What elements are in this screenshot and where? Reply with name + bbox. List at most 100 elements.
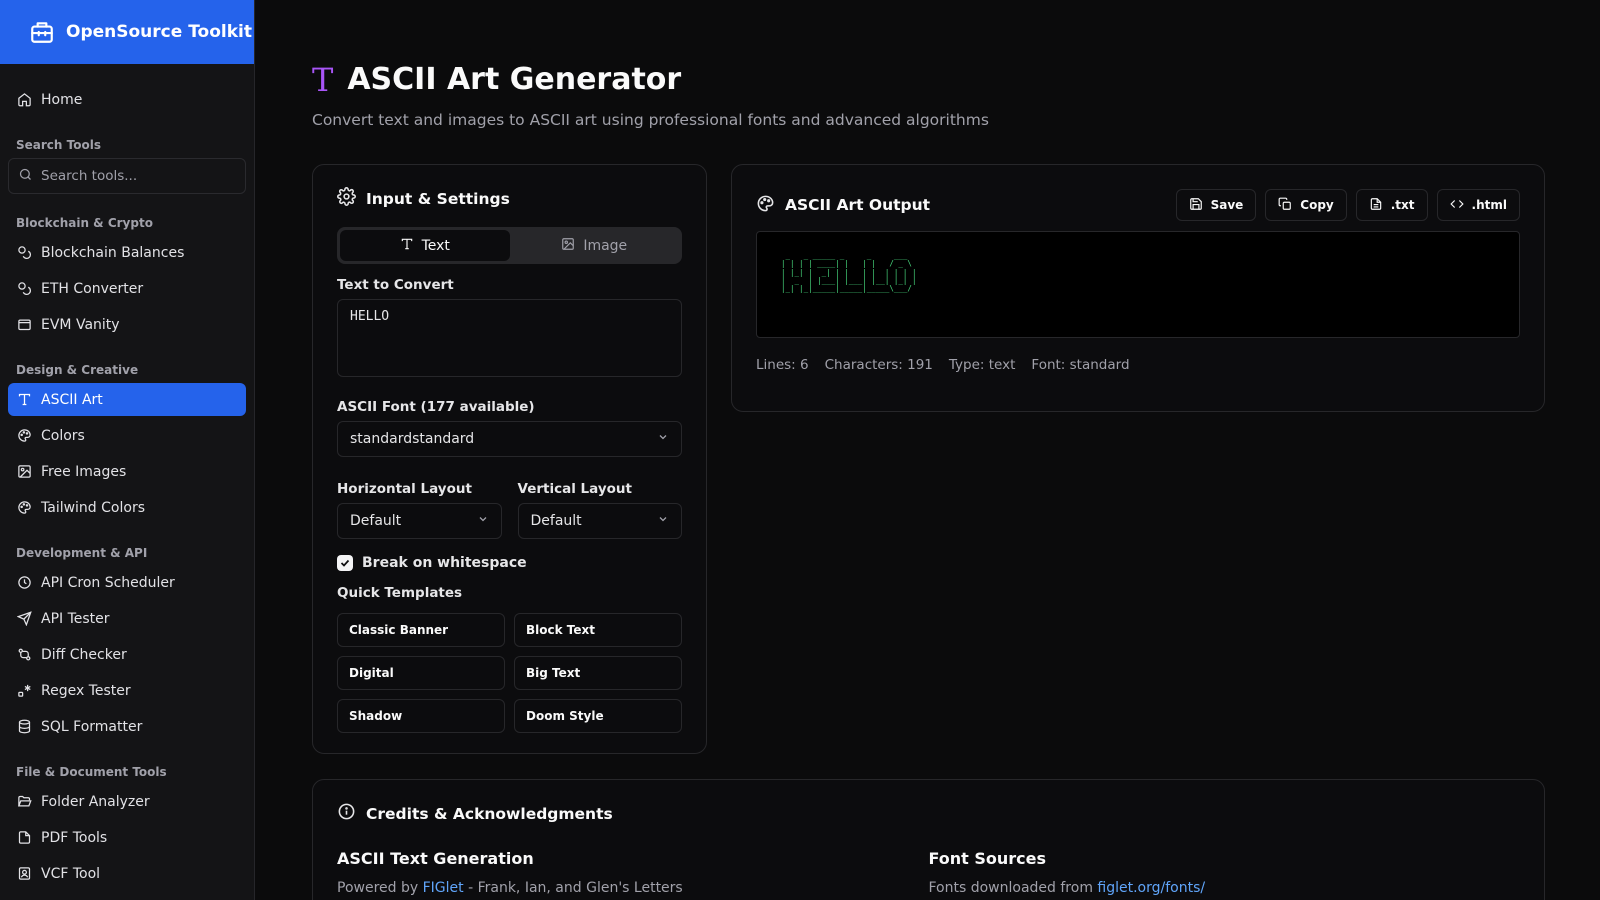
search-section-label: Search Tools <box>16 138 101 152</box>
save-icon <box>1189 197 1203 214</box>
contact-icon <box>16 866 32 882</box>
sidebar-item-ascii-art[interactable]: ASCII Art <box>8 383 246 416</box>
section-label-design: Design & Creative <box>16 363 139 377</box>
tab-image[interactable]: Image <box>510 230 680 261</box>
sidebar-item-colors[interactable]: Colors <box>8 419 246 452</box>
sidebar-item-vcf-tool[interactable]: VCF Tool <box>8 857 246 890</box>
sidebar-item-api-tester[interactable]: API Tester <box>8 602 246 635</box>
sidebar-item-label: VCF Tool <box>41 865 101 882</box>
coins-icon <box>16 281 32 297</box>
chevron-down-icon <box>657 513 669 529</box>
send-icon <box>16 611 32 627</box>
chevron-down-icon <box>657 431 669 447</box>
save-button[interactable]: Save <box>1175 189 1257 221</box>
stat-font: Font: standard <box>1031 357 1130 373</box>
stat-characters: Characters: 191 <box>824 357 933 373</box>
download-txt-button[interactable]: .txt <box>1355 189 1428 221</box>
brand-header[interactable]: OpenSource Toolkit <box>0 0 254 64</box>
ascii-output-card: ASCII Art Output Save Copy .txt .html _ … <box>731 164 1545 412</box>
quick-templates: Classic Banner Block Text Digital Big Te… <box>337 613 682 733</box>
type-icon <box>400 237 414 255</box>
template-classic-banner-button[interactable]: Classic Banner <box>337 613 505 647</box>
input-settings-card: Input & Settings Text Image Text to Conv… <box>312 164 707 754</box>
toolkit-icon <box>28 18 56 46</box>
sidebar-item-evm-vanity[interactable]: EVM Vanity <box>8 308 246 341</box>
text-to-convert-input[interactable]: HELLO <box>337 299 682 377</box>
sidebar-item-label: Free Images <box>41 463 127 480</box>
search-icon <box>18 167 33 186</box>
sidebar-item-label: ETH Converter <box>41 280 144 297</box>
sidebar-item-label: API Tester <box>41 610 110 627</box>
template-block-text-button[interactable]: Block Text <box>514 613 682 647</box>
type-icon: T <box>312 60 334 99</box>
sidebar-item-diff-checker[interactable]: Diff Checker <box>8 638 246 671</box>
sidebar-item-api-cron-scheduler[interactable]: API Cron Scheduler <box>8 566 246 599</box>
wallet-icon <box>16 317 32 333</box>
input-settings-title: Input & Settings <box>337 187 682 210</box>
sidebar-item-regex-tester[interactable]: Regex Tester <box>8 674 246 707</box>
image-icon <box>16 464 32 480</box>
page-subtitle: Convert text and images to ASCII art usi… <box>312 111 989 129</box>
code-icon <box>1449 197 1464 214</box>
break-on-whitespace-checkbox[interactable] <box>337 555 353 571</box>
template-digital-button[interactable]: Digital <box>337 656 505 690</box>
palette-icon <box>16 500 32 516</box>
database-icon <box>16 719 32 735</box>
template-shadow-button[interactable]: Shadow <box>337 699 505 733</box>
section-label-development: Development & API <box>16 546 148 560</box>
clock-icon <box>16 575 32 591</box>
sidebar-item-label: Regex Tester <box>41 682 131 699</box>
sidebar-item-sql-formatter[interactable]: SQL Formatter <box>8 710 246 743</box>
credits-font-heading: Font Sources <box>928 849 1047 868</box>
figlet-fonts-link[interactable]: figlet.org/fonts/ <box>1097 880 1205 896</box>
stat-lines: Lines: 6 <box>756 357 809 373</box>
sidebar-item-label: PDF Tools <box>41 829 108 846</box>
settings-icon <box>337 187 356 210</box>
folder-open-icon <box>16 794 32 810</box>
sidebar-item-label: Diff Checker <box>41 646 127 663</box>
template-doom-style-button[interactable]: Doom Style <box>514 699 682 733</box>
credits-ascii-text: Powered by FIGlet - Frank, Ian, and Glen… <box>337 880 683 896</box>
sidebar-item-pdf-tools[interactable]: PDF Tools <box>8 821 246 854</box>
sidebar-item-label: Folder Analyzer <box>41 793 150 810</box>
page-title: ASCII Art Generator <box>347 62 682 97</box>
sidebar-item-free-images[interactable]: Free Images <box>8 455 246 488</box>
info-icon <box>337 802 356 825</box>
palette-icon <box>16 428 32 444</box>
credits-ascii-heading: ASCII Text Generation <box>337 849 534 868</box>
sidebar-item-blockchain-balances[interactable]: Blockchain Balances <box>8 236 246 269</box>
sidebar-item-tailwind-colors[interactable]: Tailwind Colors <box>8 491 246 524</box>
vertical-layout-select[interactable]: Default <box>517 503 682 539</box>
sidebar-item-label: Colors <box>41 427 85 444</box>
ascii-art-display: _ _ _____ _ _ ___ | | | | ____| | | | / … <box>756 231 1520 338</box>
download-html-button[interactable]: .html <box>1436 189 1520 221</box>
stat-type: Type: text <box>948 357 1016 373</box>
sidebar-item-eth-converter[interactable]: ETH Converter <box>8 272 246 305</box>
font-label: ASCII Font (177 available) <box>337 399 535 415</box>
horizontal-layout-select[interactable]: Default <box>337 503 502 539</box>
type-icon <box>16 392 32 408</box>
file-icon <box>16 830 32 846</box>
figlet-link[interactable]: FIGlet <box>423 880 464 896</box>
section-label-blockchain: Blockchain & Crypto <box>16 216 153 230</box>
sidebar: OpenSource Toolkit Home Search Tools Blo… <box>0 0 255 900</box>
credits-card: Credits & Acknowledgments ASCII Text Gen… <box>312 779 1545 900</box>
sidebar-item-label: Blockchain Balances <box>41 244 185 261</box>
quick-templates-label: Quick Templates <box>337 585 463 601</box>
regex-icon <box>16 683 32 699</box>
sidebar-item-home[interactable]: Home <box>8 83 246 116</box>
template-big-text-button[interactable]: Big Text <box>514 656 682 690</box>
chevron-down-icon <box>477 513 489 529</box>
break-on-whitespace-row: Break on whitespace <box>337 555 682 571</box>
vertical-layout-label: Vertical Layout <box>517 481 632 497</box>
tab-text[interactable]: Text <box>340 230 510 261</box>
font-select[interactable]: standardstandard <box>337 421 682 457</box>
output-stats: Lines: 6 Characters: 191 Type: text Font… <box>756 357 1520 373</box>
ascii-art-text: _ _ _____ _ _ ___ | | | | ____| | | | / … <box>781 251 917 294</box>
search-input[interactable] <box>41 168 221 184</box>
sidebar-item-folder-analyzer[interactable]: Folder Analyzer <box>8 785 246 818</box>
ascii-output-title: ASCII Art Output <box>756 194 930 217</box>
copy-button[interactable]: Copy <box>1265 189 1347 221</box>
git-compare-icon <box>16 647 32 663</box>
horizontal-layout-label: Horizontal Layout <box>337 481 472 497</box>
